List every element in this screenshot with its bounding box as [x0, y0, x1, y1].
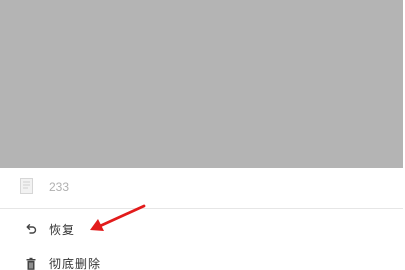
restore-label: 恢复	[49, 223, 76, 237]
undo-icon	[24, 223, 38, 237]
divider	[0, 208, 403, 209]
trash-item-panel: 233 恢复 彻底删除	[0, 0, 405, 270]
file-preview-area	[0, 0, 403, 168]
delete-permanently-button[interactable]: 彻底删除	[0, 250, 403, 270]
file-row: 233	[0, 168, 403, 208]
delete-permanently-label: 彻底删除	[49, 257, 102, 270]
trash-icon	[24, 257, 38, 270]
restore-button[interactable]: 恢复	[0, 216, 403, 246]
document-icon	[20, 178, 33, 194]
file-name: 233	[49, 180, 70, 194]
